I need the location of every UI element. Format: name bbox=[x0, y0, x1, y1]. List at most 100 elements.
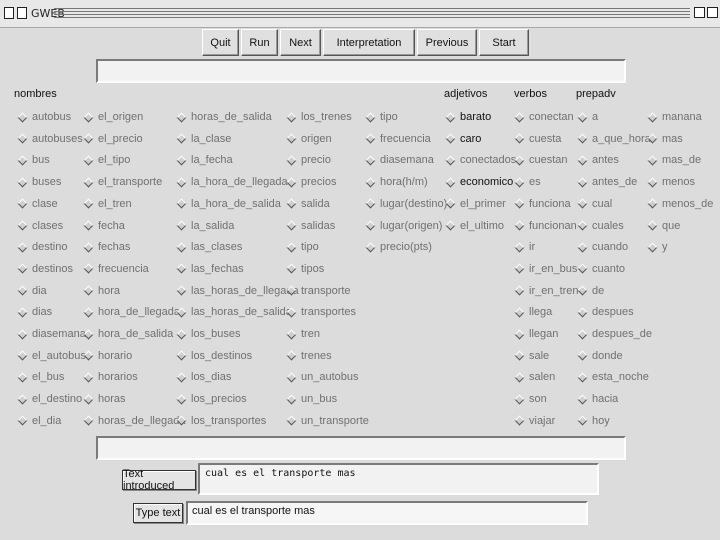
radio-diamond-icon[interactable] bbox=[445, 112, 456, 122]
radio-diamond-icon[interactable] bbox=[17, 285, 28, 296]
word-option[interactable]: llega bbox=[512, 304, 552, 320]
radio-diamond-icon[interactable] bbox=[17, 329, 28, 339]
radio-diamond-icon[interactable] bbox=[445, 220, 456, 231]
radio-diamond-icon[interactable] bbox=[17, 307, 28, 318]
word-option[interactable]: bus bbox=[15, 152, 50, 168]
radio-diamond-icon[interactable] bbox=[83, 415, 94, 426]
radio-diamond-icon[interactable] bbox=[365, 112, 376, 122]
word-option[interactable]: sale bbox=[512, 348, 549, 364]
word-option[interactable]: hora_de_salida bbox=[81, 326, 173, 342]
word-option[interactable]: los_trenes bbox=[284, 109, 352, 125]
radio-diamond-icon[interactable] bbox=[514, 285, 525, 296]
word-option[interactable]: tipo bbox=[284, 239, 319, 255]
window-menu-icon[interactable] bbox=[4, 7, 14, 19]
radio-diamond-icon[interactable] bbox=[176, 285, 187, 296]
radio-diamond-icon[interactable] bbox=[176, 307, 187, 318]
word-option[interactable]: frecuencia bbox=[81, 261, 149, 277]
word-option[interactable]: llegan bbox=[512, 326, 558, 342]
word-option[interactable]: ir bbox=[512, 239, 535, 255]
word-option[interactable]: dias bbox=[15, 304, 52, 320]
word-option[interactable]: hacia bbox=[575, 391, 618, 407]
radio-diamond-icon[interactable] bbox=[365, 198, 376, 209]
radio-diamond-icon[interactable] bbox=[83, 242, 94, 253]
word-option[interactable]: y bbox=[645, 239, 668, 255]
radio-diamond-icon[interactable] bbox=[577, 220, 588, 231]
radio-diamond-icon[interactable] bbox=[365, 242, 376, 253]
word-option[interactable]: barato bbox=[443, 109, 491, 125]
word-option[interactable]: es bbox=[512, 174, 541, 190]
radio-diamond-icon[interactable] bbox=[83, 155, 94, 166]
word-option[interactable]: el_tipo bbox=[81, 152, 130, 168]
word-option[interactable]: economico bbox=[443, 174, 513, 190]
radio-diamond-icon[interactable] bbox=[286, 263, 297, 274]
word-option[interactable]: cuales bbox=[575, 218, 624, 234]
word-option[interactable]: las_horas_de_salida bbox=[174, 304, 292, 320]
word-option[interactable]: viajar bbox=[512, 413, 555, 429]
word-option[interactable]: la_clase bbox=[174, 131, 231, 147]
word-option[interactable]: autobus bbox=[15, 109, 71, 125]
radio-diamond-icon[interactable] bbox=[286, 329, 297, 339]
radio-diamond-icon[interactable] bbox=[286, 177, 297, 188]
word-option[interactable]: tipo bbox=[363, 109, 398, 125]
word-option[interactable]: los_precios bbox=[174, 391, 247, 407]
radio-diamond-icon[interactable] bbox=[514, 394, 525, 405]
window-document-icon[interactable] bbox=[17, 7, 27, 19]
radio-diamond-icon[interactable] bbox=[17, 415, 28, 426]
radio-diamond-icon[interactable] bbox=[286, 350, 297, 361]
word-option[interactable]: un_autobus bbox=[284, 369, 359, 385]
word-option[interactable]: lugar(destino) bbox=[363, 196, 447, 212]
radio-diamond-icon[interactable] bbox=[176, 242, 187, 253]
radio-diamond-icon[interactable] bbox=[514, 350, 525, 361]
radio-diamond-icon[interactable] bbox=[577, 242, 588, 253]
word-option[interactable]: horas_de_salida bbox=[174, 109, 272, 125]
radio-diamond-icon[interactable] bbox=[83, 220, 94, 231]
radio-diamond-icon[interactable] bbox=[514, 177, 525, 188]
radio-diamond-icon[interactable] bbox=[17, 112, 28, 122]
word-option[interactable]: de bbox=[575, 283, 604, 299]
radio-diamond-icon[interactable] bbox=[365, 155, 376, 166]
word-option[interactable]: cuesta bbox=[512, 131, 561, 147]
radio-diamond-icon[interactable] bbox=[577, 155, 588, 166]
word-option[interactable]: origen bbox=[284, 131, 332, 147]
word-option[interactable]: que bbox=[645, 218, 680, 234]
radio-diamond-icon[interactable] bbox=[17, 155, 28, 166]
radio-diamond-icon[interactable] bbox=[647, 177, 658, 188]
radio-diamond-icon[interactable] bbox=[176, 415, 187, 426]
radio-diamond-icon[interactable] bbox=[445, 133, 456, 144]
radio-diamond-icon[interactable] bbox=[83, 372, 94, 383]
word-option[interactable]: los_buses bbox=[174, 326, 241, 342]
radio-diamond-icon[interactable] bbox=[577, 133, 588, 144]
word-option[interactable]: despues_de bbox=[575, 326, 652, 342]
word-option[interactable]: el_dia bbox=[15, 413, 61, 429]
radio-diamond-icon[interactable] bbox=[83, 177, 94, 188]
word-option[interactable]: ir_en_tren bbox=[512, 283, 579, 299]
radio-diamond-icon[interactable] bbox=[17, 133, 28, 144]
word-option[interactable]: mas_de bbox=[645, 152, 701, 168]
interpretation-button[interactable]: Interpretation bbox=[323, 29, 415, 56]
word-option[interactable]: conectados bbox=[443, 152, 516, 168]
radio-diamond-icon[interactable] bbox=[365, 133, 376, 144]
radio-diamond-icon[interactable] bbox=[83, 350, 94, 361]
word-option[interactable]: manana bbox=[645, 109, 702, 125]
word-option[interactable]: diasemana bbox=[15, 326, 86, 342]
radio-diamond-icon[interactable] bbox=[17, 220, 28, 231]
radio-diamond-icon[interactable] bbox=[176, 133, 187, 144]
radio-diamond-icon[interactable] bbox=[286, 307, 297, 318]
word-option[interactable]: los_dias bbox=[174, 369, 231, 385]
radio-diamond-icon[interactable] bbox=[286, 112, 297, 122]
run-button[interactable]: Run bbox=[241, 29, 278, 56]
word-option[interactable]: hora bbox=[81, 283, 120, 299]
word-option[interactable]: funciona bbox=[512, 196, 571, 212]
radio-diamond-icon[interactable] bbox=[176, 198, 187, 209]
word-option[interactable]: cual bbox=[575, 196, 612, 212]
radio-diamond-icon[interactable] bbox=[83, 329, 94, 339]
type-text-input[interactable]: cual es el transporte mas bbox=[186, 501, 588, 525]
radio-diamond-icon[interactable] bbox=[514, 372, 525, 383]
radio-diamond-icon[interactable] bbox=[577, 350, 588, 361]
radio-diamond-icon[interactable] bbox=[83, 133, 94, 144]
quit-button[interactable]: Quit bbox=[202, 29, 239, 56]
word-option[interactable]: fecha bbox=[81, 218, 125, 234]
word-option[interactable]: precio bbox=[284, 152, 331, 168]
radio-diamond-icon[interactable] bbox=[577, 307, 588, 318]
word-option[interactable]: la_salida bbox=[174, 218, 234, 234]
